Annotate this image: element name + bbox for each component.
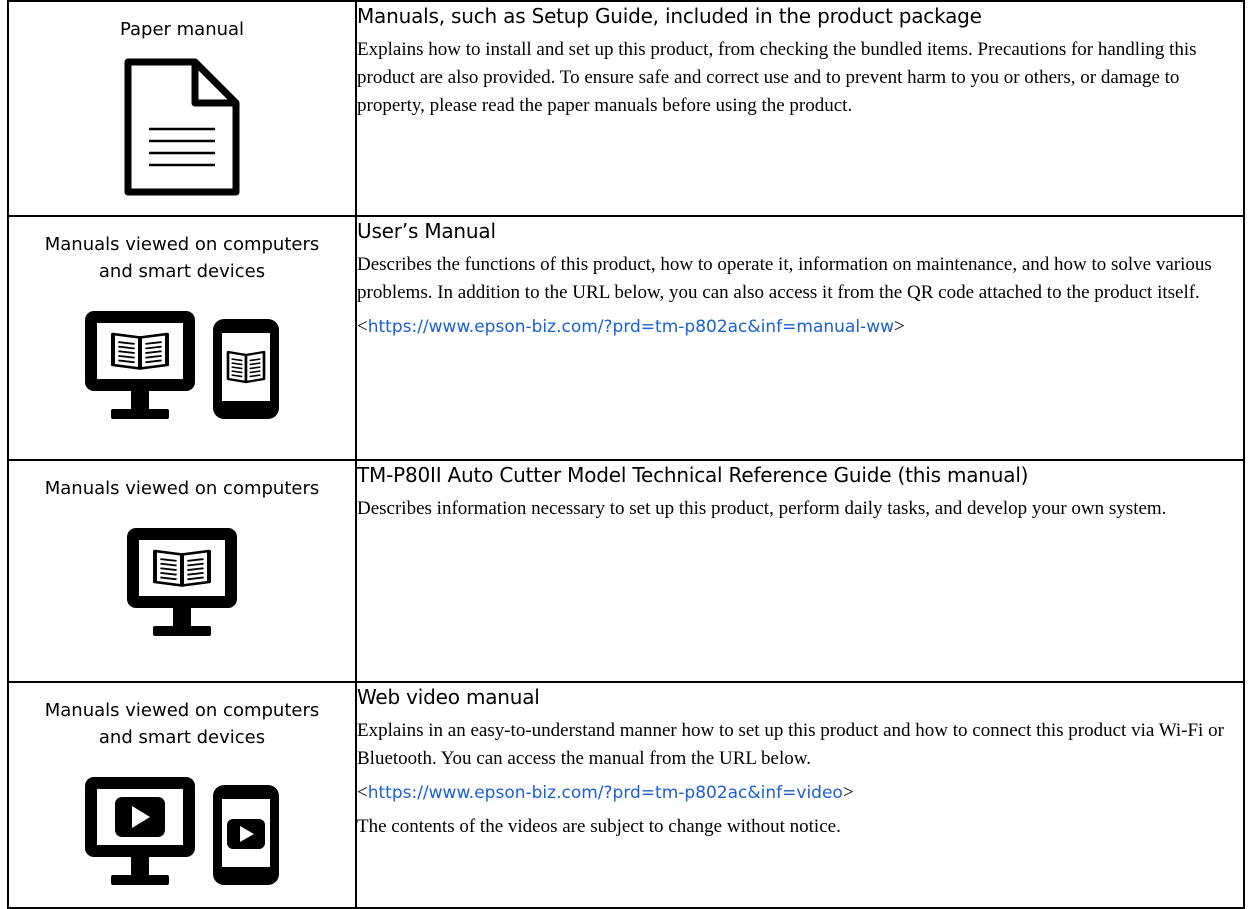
manual-description-cell: User’s Manual Describes the functions of… — [355, 215, 1245, 461]
table-row: Manuals viewed on computers and smart de… — [7, 215, 1245, 461]
monitor-book-icon — [127, 528, 237, 636]
tablet-play-icon — [213, 785, 279, 885]
manual-type-cell: Manuals viewed on computers and smart de… — [7, 215, 357, 461]
manual-description-cell: Web video manual Explains in an easy-to-… — [355, 681, 1245, 909]
manuals-table: Paper manual Manuals, such as Setup Guid… — [7, 0, 1245, 909]
manual-type-label: Paper manual — [119, 19, 245, 40]
manual-title: TM-P80II Auto Cutter Model Technical Ref… — [357, 463, 1029, 487]
paper-document-icon — [124, 58, 240, 196]
monitor-play-icon — [85, 777, 195, 885]
manual-url: <https://www.epson-biz.com/?prd=tm-p802a… — [357, 316, 905, 337]
manual-url-link[interactable]: https://www.epson-biz.com/?prd=tm-p802ac… — [368, 783, 843, 803]
manual-type-label: Manuals viewed on computers and smart de… — [44, 234, 320, 282]
manual-description: Explains in an easy-to-understand manner… — [357, 720, 1224, 769]
manual-type-cell: Manuals viewed on computers and smart de… — [7, 681, 357, 909]
table-row: Manuals viewed on computers TM-P80II Aut… — [7, 459, 1245, 683]
tablet-book-icon — [213, 319, 279, 419]
manual-type-cell: Manuals viewed on computers — [7, 459, 357, 683]
manual-description-cell: Manuals, such as Setup Guide, included i… — [355, 0, 1245, 217]
manual-description: Describes the functions of this product,… — [357, 254, 1212, 303]
icon-group — [9, 528, 355, 636]
manual-title: Web video manual — [357, 685, 540, 709]
manual-type-cell: Paper manual — [7, 0, 357, 217]
icon-group — [9, 311, 355, 419]
icon-group — [9, 57, 355, 197]
icon-group — [9, 777, 355, 885]
manual-type-label: Manuals viewed on computers — [44, 478, 320, 499]
table-row: Manuals viewed on computers and smart de… — [7, 681, 1245, 909]
manual-description-cell: TM-P80II Auto Cutter Model Technical Ref… — [355, 459, 1245, 683]
manual-url: <https://www.epson-biz.com/?prd=tm-p802a… — [357, 782, 854, 803]
table-row: Paper manual Manuals, such as Setup Guid… — [7, 0, 1245, 217]
monitor-book-icon — [85, 311, 195, 419]
manual-note: The contents of the videos are subject t… — [357, 816, 841, 837]
manual-description: Describes information necessary to set u… — [357, 498, 1167, 519]
manual-title: User’s Manual — [357, 219, 496, 243]
manual-type-label: Manuals viewed on computers and smart de… — [44, 700, 320, 748]
manual-description: Explains how to install and set up this … — [357, 39, 1197, 116]
manual-title: Manuals, such as Setup Guide, included i… — [357, 4, 982, 28]
manual-url-link[interactable]: https://www.epson-biz.com/?prd=tm-p802ac… — [368, 317, 894, 337]
